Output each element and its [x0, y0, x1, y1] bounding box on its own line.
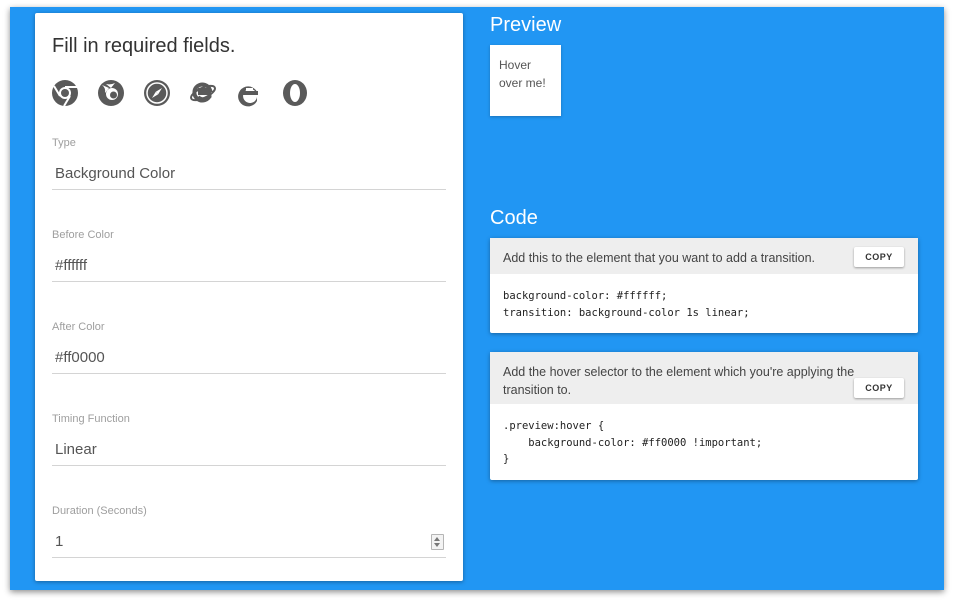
copy-button[interactable]: COPY [854, 247, 904, 267]
code-card-hover: Add the hover selector to the element wh… [490, 352, 918, 480]
chevron-up-icon[interactable] [434, 537, 440, 541]
type-label: Type [52, 137, 76, 149]
duration-stepper[interactable] [431, 534, 444, 550]
edge-icon [238, 86, 258, 107]
opera-icon [283, 80, 307, 106]
code-heading: Code [490, 207, 538, 229]
duration-value: 1 [55, 533, 64, 550]
code-snippet: background-color: #ffffff; transition: b… [503, 290, 750, 319]
browser-support-icons [51, 79, 309, 107]
preview-text: Hover over me! [499, 58, 546, 90]
preview-box[interactable]: Hover over me! [490, 45, 561, 116]
before-color-label: Before Color [52, 229, 114, 241]
duration-label: Duration (Seconds) [52, 505, 147, 517]
safari-icon [144, 80, 170, 106]
before-color-field: Before Color #ffffff [52, 229, 446, 282]
timing-function-label: Timing Function [52, 413, 130, 425]
form-card: Fill in required fields. Type Background… [35, 13, 463, 581]
code-card-header: Add this to the element that you want to… [490, 238, 918, 274]
type-field: Type Background Color [52, 137, 446, 190]
code-snippet: .preview:hover { background-color: #ff00… [503, 420, 763, 465]
code-card-element: Add this to the element that you want to… [490, 238, 918, 333]
after-color-label: After Color [52, 321, 105, 333]
chevron-down-icon[interactable] [434, 543, 440, 547]
code-card-description: Add the hover selector to the element wh… [503, 365, 855, 397]
duration-input[interactable]: 1 [52, 527, 446, 558]
preview-heading: Preview [490, 14, 562, 36]
copy-button[interactable]: COPY [854, 378, 904, 398]
after-color-input[interactable]: #ff0000 [52, 343, 446, 374]
code-card-header: Add the hover selector to the element wh… [490, 352, 918, 404]
after-color-field: After Color #ff0000 [52, 321, 446, 374]
type-select[interactable]: Background Color [52, 159, 446, 190]
internet-explorer-icon [190, 82, 216, 103]
code-card-description: Add this to the element that you want to… [503, 251, 815, 265]
duration-field: Duration (Seconds) 1 [52, 505, 446, 558]
timing-function-field: Timing Function Linear [52, 413, 446, 466]
timing-function-select[interactable]: Linear [52, 435, 446, 466]
firefox-icon [98, 80, 124, 106]
before-color-input[interactable]: #ffffff [52, 251, 446, 282]
chrome-icon [52, 80, 78, 107]
form-title: Fill in required fields. [52, 35, 236, 57]
